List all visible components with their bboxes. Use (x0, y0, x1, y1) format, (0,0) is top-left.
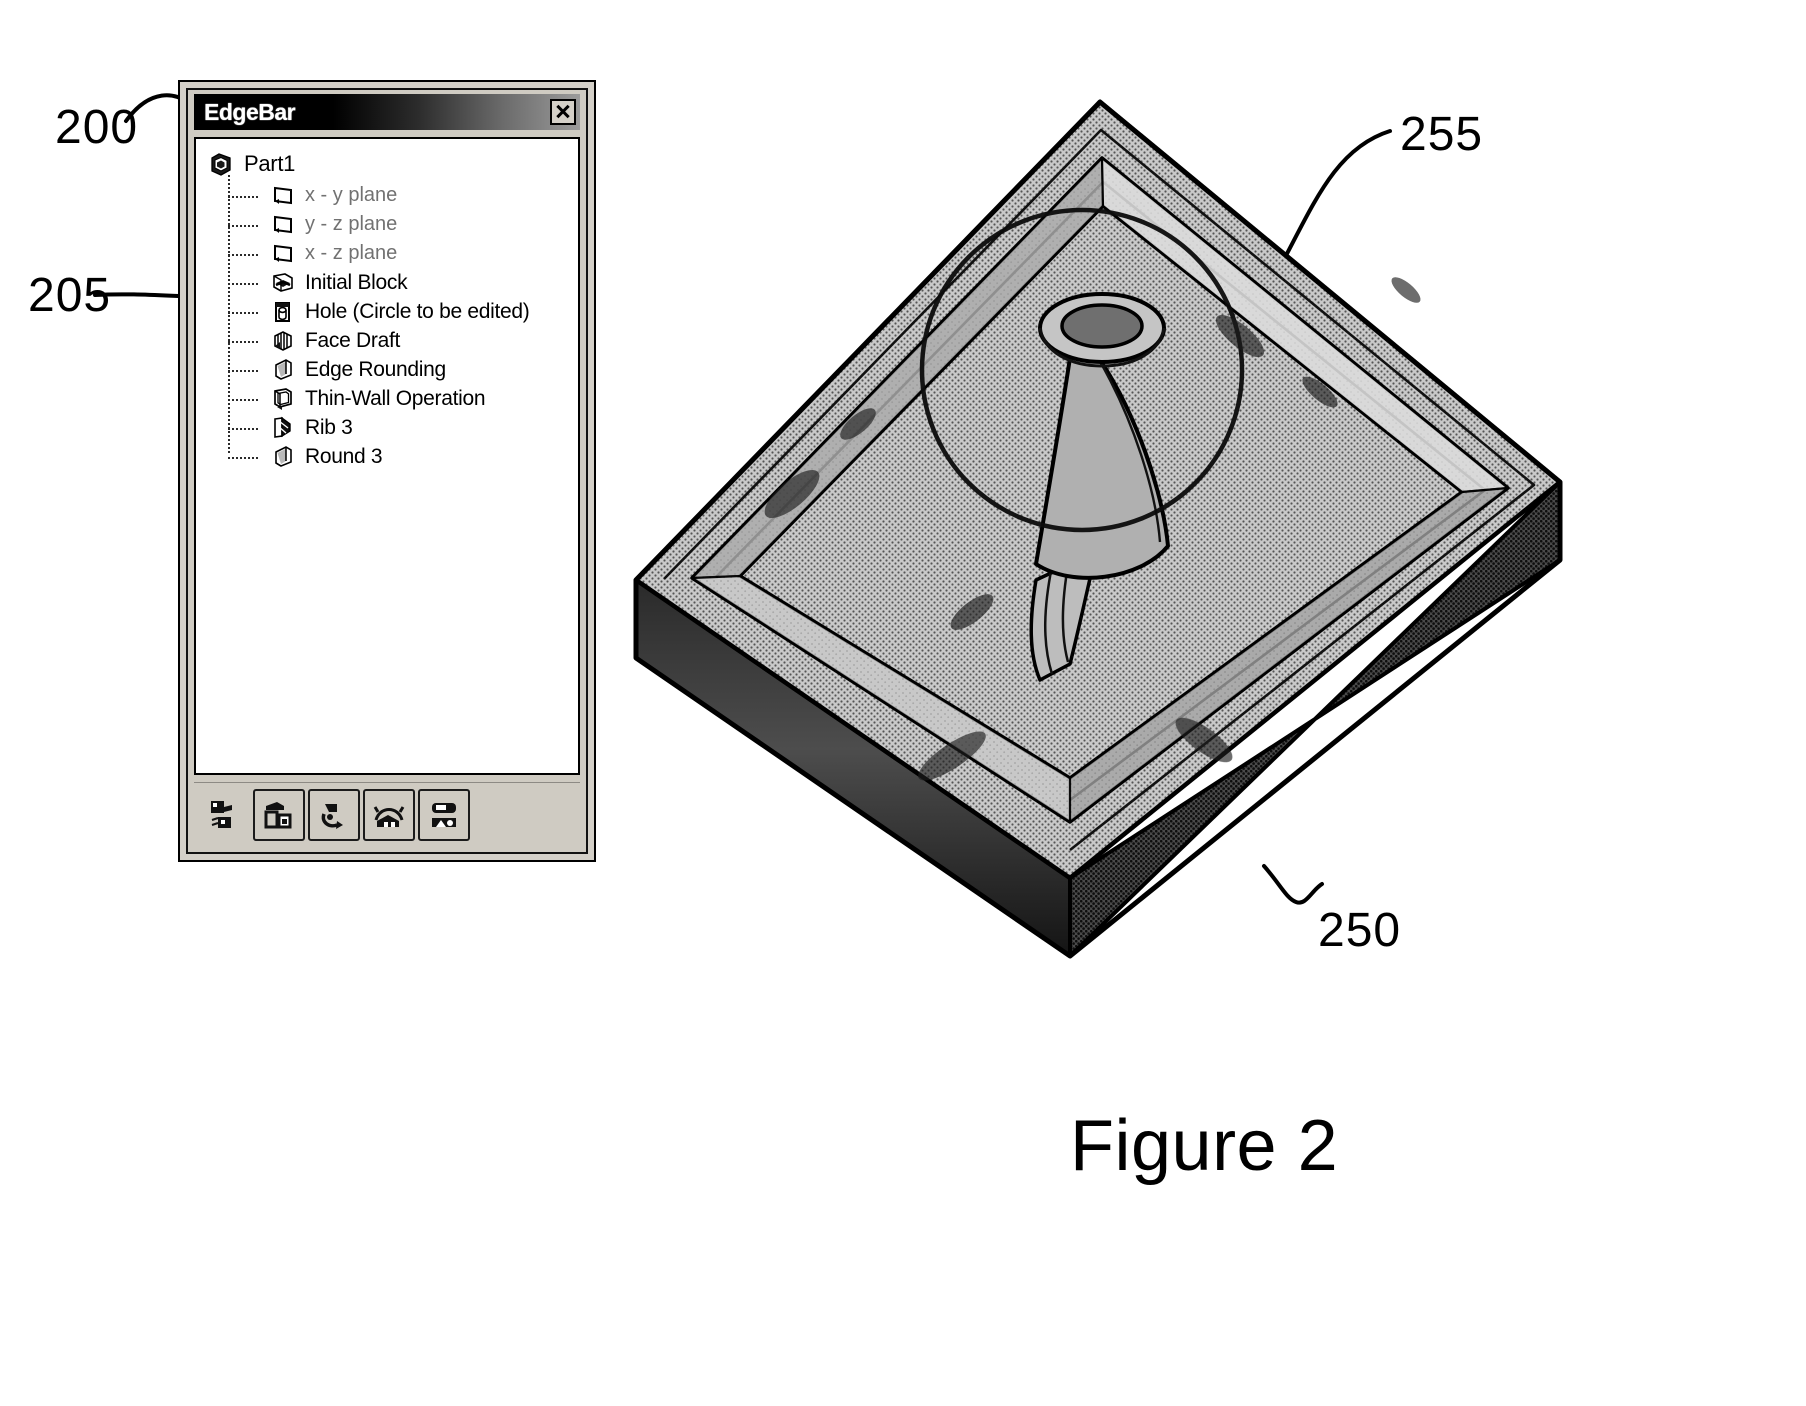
rotate-tool-icon-button[interactable] (308, 788, 360, 841)
tree-item-yz-plane[interactable]: y - z plane (228, 210, 572, 239)
tree-root-label: Part1 (244, 151, 296, 176)
tree-item-label: Face Draft (305, 328, 401, 352)
tree-item-label: Edge Rounding (305, 357, 446, 381)
assembly-tool-icon-button[interactable] (363, 788, 415, 841)
plane-icon (270, 241, 296, 267)
tree-item-xz-plane[interactable]: x - z plane (228, 239, 572, 268)
plane-icon (270, 212, 296, 238)
draw-view-tool-icon-button[interactable] (418, 788, 470, 841)
rib-feature-icon (270, 415, 296, 441)
tree-item-label: x - y plane (305, 184, 398, 206)
tree-root-node[interactable]: Part1 (206, 149, 572, 179)
hole-feature-icon (270, 299, 296, 325)
tree-item-hole[interactable]: Hole (Circle to be edited) (228, 297, 572, 326)
edgebar-window[interactable]: EdgeBar Part1 x - y plane y - z plane x … (178, 80, 596, 862)
thinwall-feature-icon (270, 386, 296, 412)
select-tool-icon (211, 800, 232, 828)
block-feature-icon (270, 270, 296, 296)
tree-item-label: Rib 3 (305, 415, 353, 439)
tree-item-label: Hole (Circle to be edited) (305, 299, 530, 323)
part-document-icon (208, 151, 234, 177)
tree-item-label: Thin-Wall Operation (305, 386, 486, 410)
reference-numeral-205: 205 (28, 269, 112, 322)
round-feature-icon (270, 357, 296, 383)
tree-item-label: Round 3 (305, 444, 383, 468)
part-copy-tool-icon-button[interactable] (253, 788, 305, 841)
part-boss-bore (1060, 303, 1144, 349)
edgebar-window-inner: EdgeBar Part1 x - y plane y - z plane x … (186, 88, 588, 854)
feature-tree-list: x - y plane y - z plane x - z plane Init… (226, 175, 572, 471)
tree-item-face-draft[interactable]: Face Draft (228, 326, 572, 355)
tree-item-xy-plane[interactable]: x - y plane (228, 181, 572, 210)
tree-item-edge-rounding[interactable]: Edge Rounding (228, 355, 572, 384)
tree-item-thin-wall[interactable]: Thin-Wall Operation (228, 384, 572, 413)
part-drawing (633, 99, 1563, 959)
model-part-body (600, 40, 1610, 1050)
plane-icon (270, 183, 296, 209)
tree-item-initial-block[interactable]: Initial Block (228, 268, 572, 297)
figure-caption: Figure 2 (1070, 1106, 1339, 1186)
part-copy-tool-icon (264, 801, 292, 828)
reference-numeral-200: 200 (55, 101, 139, 154)
draw-view-tool-icon (432, 802, 456, 827)
draft-feature-icon (270, 328, 296, 354)
rotate-tool-icon (321, 803, 343, 829)
edgebar-toolbar[interactable] (194, 782, 580, 846)
window-title: EdgeBar (204, 98, 296, 125)
edgebar-window-titlebar[interactable]: EdgeBar (194, 94, 580, 130)
select-tool-icon-button[interactable] (198, 788, 250, 841)
assembly-tool-icon (373, 805, 405, 827)
close-icon[interactable] (550, 99, 576, 125)
tree-item-label: y - z plane (305, 213, 398, 235)
tree-item-label: Initial Block (305, 270, 408, 294)
round-feature-icon (270, 444, 296, 470)
tree-item-rib-3[interactable]: Rib 3 (228, 413, 572, 442)
feature-tree-pane[interactable]: Part1 x - y plane y - z plane x - z plan… (194, 137, 580, 775)
tree-item-label: x - z plane (305, 242, 398, 264)
tree-item-round-3[interactable]: Round 3 (228, 442, 572, 471)
